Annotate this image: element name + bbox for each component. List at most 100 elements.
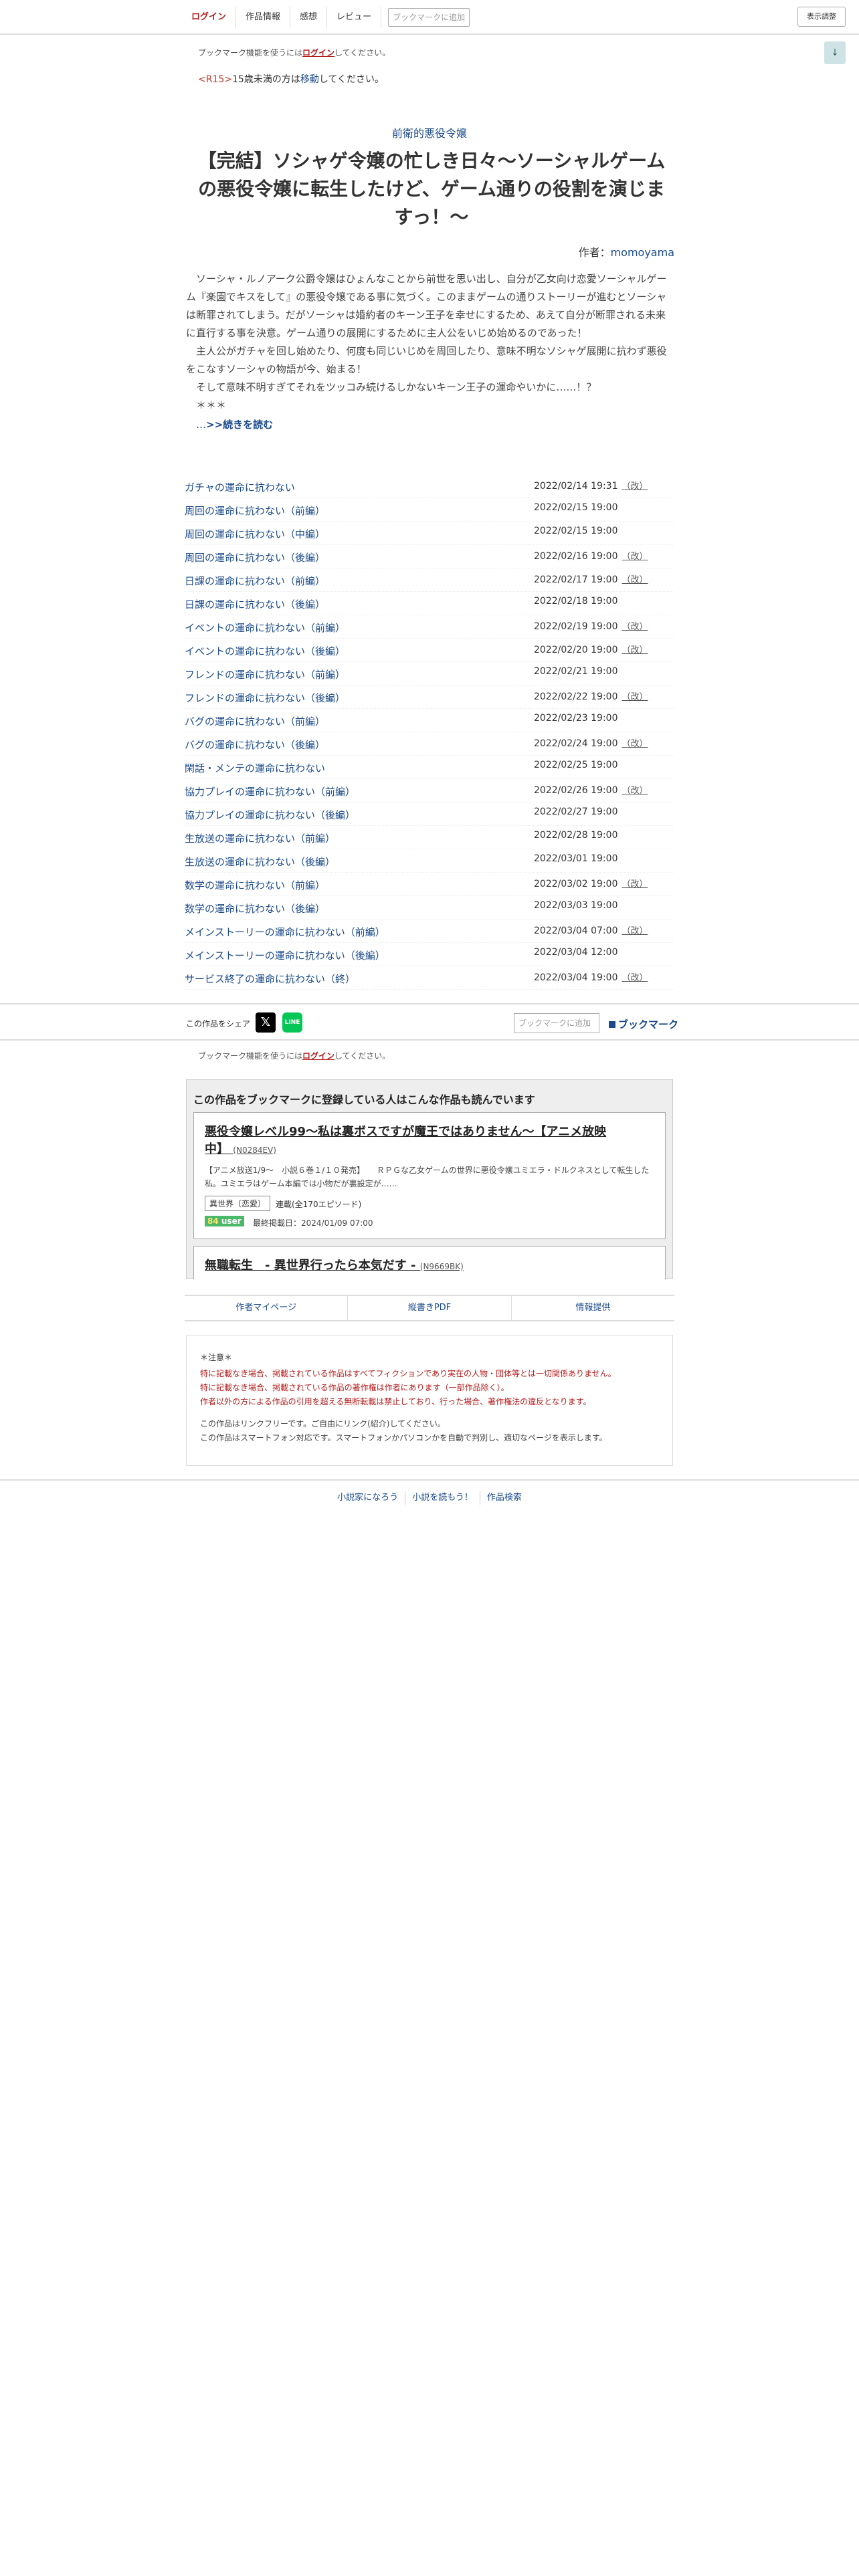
report-link[interactable]: 情報提供 [512,1296,674,1320]
chapter-date: 2022/03/02 19:00 （改） [534,879,648,889]
scroll-down-icon[interactable]: ↓ [824,41,846,64]
chapter-title-link[interactable]: バグの運命に抗わない（後編） [185,738,325,752]
chapter-date: 2022/02/21 19:00 [534,666,618,677]
chapter-title-link[interactable]: ガチャの運命に抗わない [185,480,295,494]
synopsis-paragraph: ソーシャ・ルノアーク公爵令嬢はひょんなことから前世を思い出し、自分が乙女向け恋愛… [186,273,667,339]
display-settings-button[interactable]: 表示調整 [797,7,846,27]
chapter-title-link[interactable]: 周回の運命に抗わない（後編） [185,550,325,564]
read-more-link[interactable]: >>続きを読む [206,419,273,431]
share-label: この作品をシェア [186,1019,251,1029]
chapter-date: 2022/02/15 19:00 [534,526,618,536]
chapter-row: 周回の運命に抗わない（前編） 2022/02/15 19:00 [185,498,673,522]
chapter-row: フレンドの運命に抗わない（前編） 2022/02/21 19:00 [185,662,673,685]
author-mypage-link[interactable]: 作者マイページ [185,1296,349,1320]
series-link[interactable]: 前衛的悪役令嬢 [0,124,859,140]
work-info-link[interactable]: 作品情報 [236,7,291,28]
bookmark-icon [609,1021,615,1028]
chapter-title-link[interactable]: 閑話・メンテの運命に抗わない [185,761,325,775]
author-link[interactable]: momoyama [611,246,674,259]
chapter-date: 2022/02/25 19:00 [534,760,618,770]
info-line: この作品はリンクフリーです。ご自由にリンク(紹介)してください。 この作品はスマ… [200,1419,607,1442]
footer-links: 小説家になろう 小説を読もう！ 作品検索 [330,1491,529,1505]
chapter-date: 2022/02/15 19:00 [534,502,618,513]
share-bookmark-button[interactable]: ブックマークに追加 [514,1013,599,1033]
chapter-date: 2022/02/22 19:00 （改） [534,691,648,702]
chapter-row: 生放送の運命に抗わない（前編） 2022/02/28 19:00 [185,826,673,849]
chapter-row: 周回の運命に抗わない（中編） 2022/02/15 19:00 [185,522,673,545]
card-title[interactable]: 無職転生 - 異世界行ったら本気だす - (N9669BK) [205,1257,619,1275]
chapter-title-link[interactable]: 周回の運命に抗わない（中編） [185,527,325,541]
chapter-row: 周回の運命に抗わない（後編） 2022/02/16 19:00 （改） [185,545,673,568]
note-login-link[interactable]: ログイン [302,48,335,58]
chapter-row: 日課の運命に抗わない（後編） 2022/02/18 19:00 [185,592,673,615]
chapter-title-link[interactable]: 周回の運命に抗わない（前編） [185,504,325,518]
footer-link-yomou[interactable]: 小説を読もう！ [405,1491,480,1505]
login-link[interactable]: ログイン [185,7,237,28]
chapter-title-link[interactable]: サービス終了の運命に抗わない（終） [185,972,355,986]
chapter-row: 数学の運命に抗わない（前編） 2022/03/02 19:00 （改） [185,873,673,896]
caution-line: 特に記載なき場合、掲載されている作品はすべてフィクションであり実在の人物・団体等… [200,1369,616,1378]
chapter-title-link[interactable]: 生放送の運命に抗わない（前編） [185,831,335,845]
chapter-title-link[interactable]: 数学の運命に抗わない（後編） [185,901,325,916]
card-user-badge: 84 user [205,1216,244,1226]
chapter-title-link[interactable]: 日課の運命に抗わない（前編） [185,574,325,588]
chapter-row: メインストーリーの運命に抗わない（後編） 2022/03/04 12:00 [185,943,673,966]
chapter-row: ガチャの運命に抗わない 2022/02/14 19:31 （改） [185,475,673,498]
chapter-edited-mark: （改） [622,973,648,983]
caution-line: 特に記載なき場合、掲載されている作品の著作権は作者にあります（一部作品除く）。 [200,1383,509,1392]
chapter-date: 2022/02/20 19:00 （改） [534,645,648,655]
chapter-title-link[interactable]: イベントの運命に抗わない（前編） [185,621,345,635]
share-bar: この作品をシェア 𝕏 LINE ブックマークに追加 ブックマーク [0,1003,859,1041]
synopsis-paragraph: そして意味不明すぎてそれをツッコみ続けるしかないキーン王子の運命やいかに……！？ [196,381,597,393]
chapter-title-link[interactable]: イベントの運命に抗わない（後編） [185,644,345,658]
bookmark-login-note-bottom: ブックマーク機能を使うにはログインしてください。 [198,1051,391,1061]
chapter-date: 2022/03/04 19:00 （改） [534,972,648,983]
chapter-edited-mark: （改） [622,739,648,749]
bookmark-link[interactable]: ブックマーク [609,1017,678,1031]
chapter-title-link[interactable]: 協力プレイの運命に抗わない（後編） [185,808,355,822]
chapter-date: 2022/02/23 19:00 [534,713,618,724]
chapter-date: 2022/03/01 19:00 [534,853,618,864]
r15-move-link[interactable]: 移動 [300,74,319,85]
chapter-title-link[interactable]: 生放送の運命に抗わない（後編） [185,855,335,869]
top-bookmark-button[interactable]: ブックマークに追加 [388,8,470,27]
chapter-title-link[interactable]: バグの運命に抗わない（前編） [185,714,325,728]
chapter-row: サービス終了の運命に抗わない（終） 2022/03/04 19:00 （改） [185,966,673,990]
chapter-title-link[interactable]: フレンドの運命に抗わない（後編） [185,691,345,705]
chapter-edited-mark: （改） [622,552,648,562]
card-title[interactable]: 悪役令嬢レベル99〜私は裏ボスですが魔王ではありません〜【アニメ放映中】 (N0… [205,1123,619,1159]
impression-link[interactable]: 感想 [290,7,328,28]
r15-notice: <R15>15歳未満の方は移動してください。 [198,74,385,85]
vertical-pdf-link[interactable]: 縦書きPDF [348,1296,512,1320]
chapter-row: 日課の運命に抗わない（前編） 2022/02/17 19:00 （改） [185,568,673,592]
recommendation-card[interactable]: 悪役令嬢レベル99〜私は裏ボスですが魔王ではありません〜【アニメ放映中】 (N0… [193,1112,666,1239]
chapter-row: 閑話・メンテの運命に抗わない 2022/02/25 19:00 [185,756,673,779]
synopsis: ソーシャ・ルノアーク公爵令嬢はひょんなことから前世を思い出し、自分が乙女向け恋愛… [186,270,674,434]
footer-link-narou[interactable]: 小説家になろう [330,1491,406,1505]
chapter-date: 2022/03/04 12:00 [534,947,618,958]
synopsis-paragraph: 主人公がガチャを回し始めたり、何度も同じいじめを周回したり、意味不明なソシャゲ展… [186,345,667,375]
recommendation-box: この作品をブックマークに登録している人はこんな作品も読んでいます 悪役令嬢レベル… [186,1079,673,1279]
line-share-icon[interactable]: LINE [282,1012,302,1033]
chapter-date: 2022/02/14 19:31 （改） [534,481,648,492]
chapter-edited-mark: （改） [622,645,648,655]
chapter-list: ガチャの運命に抗わない 2022/02/14 19:31 （改） 周回の運命に抗わない… [185,475,673,990]
chapter-title-link[interactable]: フレンドの運命に抗わない（前編） [185,667,345,681]
note-login-link-bottom[interactable]: ログイン [302,1051,335,1061]
chapter-row: イベントの運命に抗わない（後編） 2022/02/20 19:00 （改） [185,639,673,662]
chapter-row: フレンドの運命に抗わない（後編） 2022/02/22 19:00 （改） [185,685,673,709]
chapter-title-link[interactable]: メインストーリーの運命に抗わない（前編） [185,925,385,939]
chapter-title-link[interactable]: メインストーリーの運命に抗わない（後編） [185,948,385,962]
recommendation-card[interactable]: 無職転生 - 異世界行ったら本気だす - (N9669BK) [193,1246,666,1279]
chapter-title-link[interactable]: 日課の運命に抗わない（後編） [185,597,325,611]
x-share-icon[interactable]: 𝕏 [256,1012,276,1033]
chapter-title-link[interactable]: 協力プレイの運命に抗わない（前編） [185,784,355,798]
chapter-row: バグの運命に抗わない（前編） 2022/02/23 19:00 [185,709,673,732]
chapter-title-link[interactable]: 数学の運命に抗わない（前編） [185,878,325,892]
chapter-edited-mark: （改） [622,575,648,585]
chapter-date: 2022/02/16 19:00 （改） [534,551,648,562]
chapter-date: 2022/02/26 19:00 （改） [534,785,648,796]
footer-link-search[interactable]: 作品検索 [480,1491,529,1505]
review-link[interactable]: レビュー [327,7,382,28]
chapter-date: 2022/02/28 19:00 [534,830,618,841]
